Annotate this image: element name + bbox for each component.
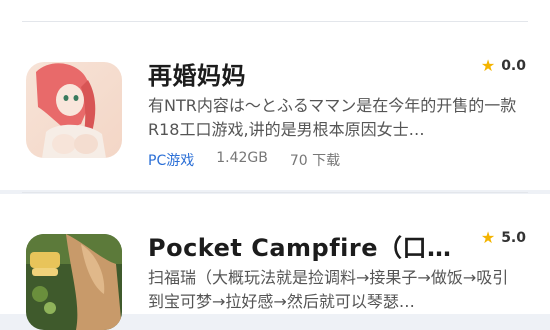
list-item[interactable]: 再婚妈妈 ★ 0.0 有NTR内容は～とふるママン是在今年的开售的一款R18工口… <box>0 22 550 190</box>
app-description: 扫福瑞（大概玩法就是捡调料→接果子→做饭→吸引到宝可梦→拉好感→然后就可以琴瑟… <box>148 268 509 311</box>
list-item[interactable]: Pocket Campfire（口袋篝… ★ 5.0 扫福瑞（大概玩法就是捡调料… <box>0 194 550 330</box>
app-list: 再婚妈妈 ★ 0.0 有NTR内容は～とふるママン是在今年的开售的一款R18工口… <box>0 0 550 330</box>
file-size: 1.42GB <box>216 150 268 166</box>
game-cover-image <box>26 62 122 158</box>
rating: ★ 5.0 <box>481 228 526 247</box>
rating-value: 0.0 <box>501 57 526 74</box>
game-cover-image <box>26 234 122 330</box>
category-tag[interactable]: PC游戏 <box>148 150 194 170</box>
app-thumbnail[interactable] <box>26 62 122 158</box>
list-card-top <box>0 0 550 22</box>
app-thumbnail[interactable] <box>26 234 122 330</box>
app-meta: PC游戏 1.42GB 70 下载 <box>148 150 340 170</box>
star-icon: ★ <box>480 56 496 75</box>
download-count: 70 下载 <box>289 153 341 169</box>
app-title[interactable]: Pocket Campfire（口袋篝… <box>148 228 468 263</box>
divider <box>22 192 528 193</box>
rating-value: 5.0 <box>501 229 526 246</box>
app-title[interactable]: 再婚妈妈 <box>148 56 246 91</box>
rating: ★ 0.0 <box>481 56 526 75</box>
app-description: 有NTR内容は～とふるママン是在今年的开售的一款R18工口游戏,讲的是男根本原因… <box>148 96 517 139</box>
star-icon: ★ <box>480 228 496 247</box>
